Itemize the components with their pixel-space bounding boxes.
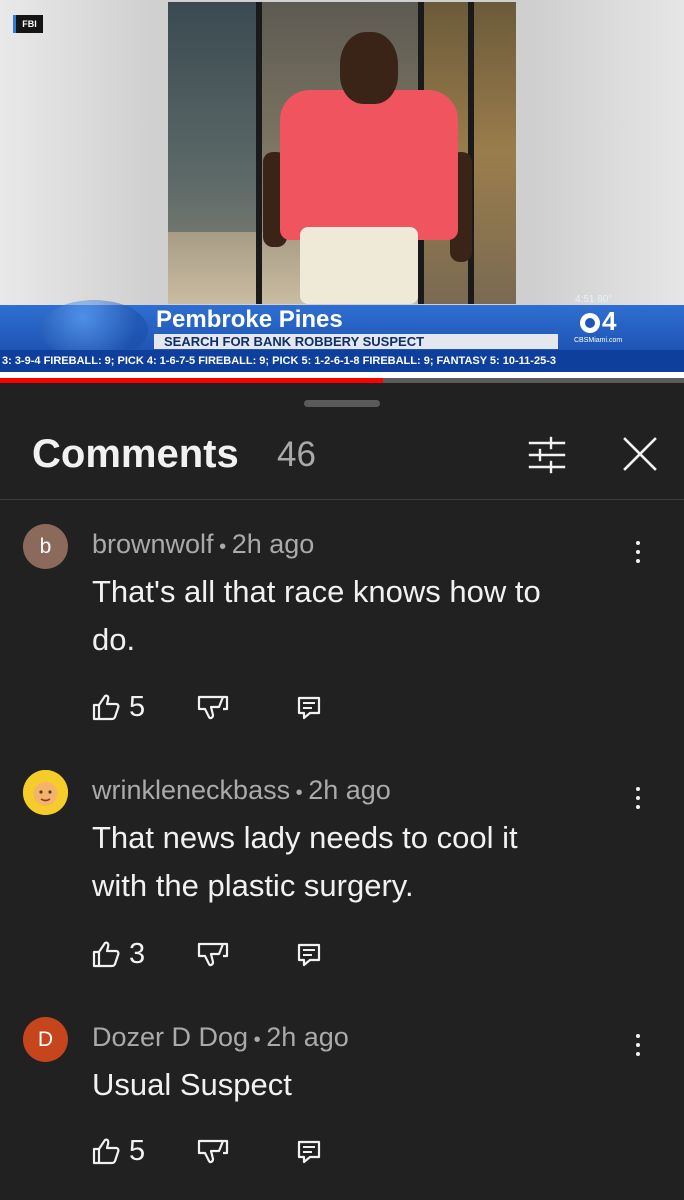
comment-text-line: Usual Suspect <box>92 1067 292 1102</box>
dislike-icon[interactable] <box>197 693 229 721</box>
comment-text-line: do. <box>92 622 136 657</box>
dislike-icon[interactable] <box>197 940 229 968</box>
more-options-icon[interactable] <box>623 779 653 819</box>
comments-title: Comments <box>32 432 239 476</box>
sort-filter-icon[interactable] <box>527 435 567 475</box>
more-options-icon[interactable] <box>623 533 653 573</box>
comment-author[interactable]: brownwolf • 2h ago <box>92 529 314 560</box>
avatar[interactable]: b <box>23 524 68 569</box>
comment-time: 2h ago <box>266 1022 349 1052</box>
comment-time: 2h ago <box>231 529 315 559</box>
headline-subtitle: SEARCH FOR BANK ROBBERY SUSPECT <box>154 334 558 349</box>
like-icon[interactable] <box>92 940 120 968</box>
comment-text-line: That news lady needs to cool it <box>92 820 518 855</box>
comment-text: Usual Suspect <box>92 1061 652 1109</box>
reply-icon[interactable] <box>296 695 322 721</box>
comment-text: That's all that race knows how to do. <box>92 568 652 664</box>
comment-text-line: That's all that race knows how to <box>92 574 541 609</box>
comment-time: 2h ago <box>308 775 391 805</box>
cbs-eye-icon <box>580 313 600 333</box>
comment-author[interactable]: Dozer D Dog • 2h ago <box>92 1022 349 1053</box>
comment-text: That news lady needs to cool it with the … <box>92 814 652 910</box>
reply-icon[interactable] <box>296 942 322 968</box>
meta-separator: • <box>248 1029 267 1051</box>
author-name[interactable]: wrinkleneckbass <box>92 775 290 805</box>
like-icon[interactable] <box>92 693 120 721</box>
comments-header: Comments 46 <box>0 419 684 499</box>
dislike-icon[interactable] <box>197 1137 229 1165</box>
news-ticker: 3: 3-9-4 FIREBALL: 9; PICK 4: 1-6-7-5 FI… <box>0 350 684 372</box>
avatar[interactable]: D <box>23 1017 68 1062</box>
drag-handle[interactable] <box>304 400 380 407</box>
meta-separator: • <box>213 536 232 558</box>
ticker-text: 3: 3-9-4 FIREBALL: 9; PICK 4: 1-6-7-5 FI… <box>2 355 556 367</box>
like-count: 3 <box>129 938 146 970</box>
time-temp: 4:51 80° <box>575 294 613 305</box>
comment-author[interactable]: wrinkleneckbass • 2h ago <box>92 775 391 806</box>
author-name[interactable]: brownwolf <box>92 529 214 559</box>
close-icon[interactable] <box>620 434 660 474</box>
comment-text-line: with the plastic surgery. <box>92 868 414 903</box>
meta-separator: • <box>290 782 309 804</box>
like-icon[interactable] <box>92 1137 120 1165</box>
station-site: CBSMiami.com <box>574 337 623 344</box>
like-count: 5 <box>129 691 146 723</box>
avatar[interactable] <box>23 770 68 815</box>
baby-face-icon <box>23 770 68 815</box>
fbi-tag: FBI <box>13 15 43 33</box>
more-options-icon[interactable] <box>623 1026 653 1066</box>
comments-count: 46 <box>277 435 316 474</box>
video-player[interactable]: FBI Pembroke Pines SEARCH FOR BANK ROBBE… <box>0 0 684 383</box>
header-divider <box>0 499 684 500</box>
author-name[interactable]: Dozer D Dog <box>92 1022 248 1052</box>
reply-icon[interactable] <box>296 1139 322 1165</box>
surveillance-image <box>168 2 516 304</box>
like-count: 5 <box>129 1135 146 1167</box>
station-number: 4 <box>602 306 617 336</box>
location-title: Pembroke Pines <box>156 306 343 333</box>
